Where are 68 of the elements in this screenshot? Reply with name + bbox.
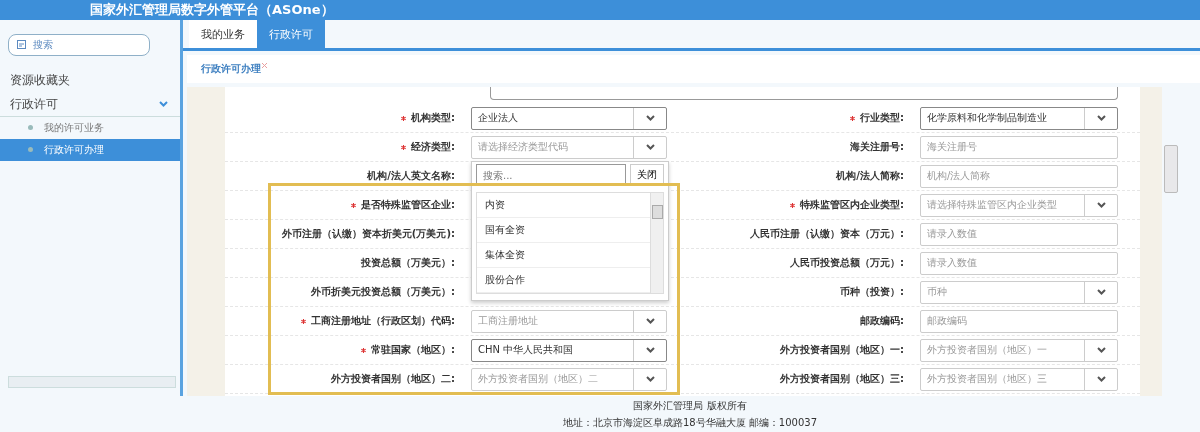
tab[interactable]: 我的业务: [189, 20, 257, 48]
list-scrollbar[interactable]: [650, 193, 663, 293]
sidebar-section[interactable]: 行政许可: [0, 92, 180, 117]
chevron-down-icon: [645, 318, 655, 324]
field-label: 币种（投资）:: [840, 285, 904, 299]
close-button[interactable]: 关闭: [630, 164, 664, 186]
sidebar-item[interactable]: 行政许可办理: [0, 139, 180, 161]
required-asterisk-icon: [361, 347, 366, 353]
select-field[interactable]: CHN 中华人民共和国: [471, 338, 667, 362]
chevron-down-icon: [159, 101, 168, 107]
field-label: 机构类型:: [411, 111, 455, 125]
select-field[interactable]: 外方投资者国别（地区）三: [920, 367, 1118, 391]
input-field[interactable]: 请录入数值: [920, 251, 1118, 275]
field-label: 经济类型:: [411, 140, 455, 154]
search-field[interactable]: 搜索...: [476, 164, 626, 186]
field-label: 机构/法人英文名称:: [367, 169, 455, 183]
select-field[interactable]: 币种: [920, 280, 1118, 304]
chevron-down-icon: [645, 376, 655, 382]
field-label: 常驻国家（地区）:: [371, 343, 455, 357]
footer-text: 地址：北京市海淀区阜成路18号华融大厦 邮编：100037: [562, 415, 818, 430]
field-label: 外方投资者国别（地区）三:: [780, 372, 904, 386]
tab[interactable]: 行政许可: [257, 20, 325, 48]
field-label: 外方投资者国别（地区）一:: [780, 343, 904, 357]
field-label: 投资总额（万美元）:: [361, 256, 455, 270]
chevron-down-icon: [645, 347, 655, 353]
input-field[interactable]: 海关注册号: [920, 135, 1118, 159]
field-label: 外币注册（认缴）资本折美元(万美元):: [281, 227, 455, 241]
field-label: 邮政编码:: [860, 314, 904, 328]
sidebar-section[interactable]: 资源收藏夹: [0, 68, 180, 92]
select-field[interactable]: 请选择经济类型代码: [471, 135, 667, 159]
field-label: 海关注册号:: [850, 140, 904, 154]
sidebar-item[interactable]: 我的许可业务: [0, 117, 180, 139]
field-label: 机构/法人简称:: [836, 169, 904, 183]
field-label: 人民币注册（认缴）资本（万元）:: [750, 227, 904, 241]
app-title: 国家外汇管理局数字外管平台（ASOne）: [90, 1, 334, 19]
select-field[interactable]: 请选择特殊监管区内企业类型: [920, 193, 1118, 217]
required-asterisk-icon: [351, 202, 356, 208]
required-asterisk-icon: [401, 144, 406, 150]
textarea-field[interactable]: [490, 87, 1118, 100]
field-label: 外方投资者国别（地区）二:: [331, 372, 455, 386]
chevron-down-icon: [1096, 115, 1106, 121]
search-button[interactable]: 搜索: [8, 34, 150, 56]
required-asterisk-icon: [301, 318, 306, 324]
select-field[interactable]: 企业法人: [471, 106, 667, 130]
chevron-down-icon: [1096, 376, 1106, 382]
chevron-down-icon: [1096, 202, 1106, 208]
input-field[interactable]: 机构/法人简称: [920, 164, 1118, 188]
input-field[interactable]: 邮政编码: [920, 309, 1118, 333]
field-label: 行业类型:: [860, 111, 904, 125]
input-field[interactable]: 请录入数值: [920, 222, 1118, 246]
required-asterisk-icon: [401, 115, 406, 121]
field-label: 外币折美元投资总额（万美元）:: [311, 285, 455, 299]
select-field[interactable]: 化学原料和化学制品制造业: [920, 106, 1118, 130]
field-label: 人民币投资总额（万元）:: [790, 256, 904, 270]
required-asterisk-icon: [790, 202, 795, 208]
field-label: 是否特殊监管区企业:: [361, 198, 455, 212]
footer-text: 国家外汇管理局 版权所有: [633, 398, 747, 413]
select-field[interactable]: 工商注册地址: [471, 309, 667, 333]
chevron-down-icon: [1096, 289, 1106, 295]
field-label: 特殊监管区内企业类型:: [800, 198, 904, 212]
field-label: 工商注册地址（行政区划）代码:: [311, 314, 455, 328]
chevron-down-icon: [645, 144, 655, 150]
chevron-down-icon: [1096, 347, 1106, 353]
required-asterisk-icon: [850, 115, 855, 121]
chevron-down-icon: [645, 115, 655, 121]
close-icon[interactable]: [262, 62, 267, 68]
page-tab[interactable]: 行政许可办理: [201, 62, 261, 76]
horizontal-scrollbar[interactable]: [8, 376, 176, 388]
